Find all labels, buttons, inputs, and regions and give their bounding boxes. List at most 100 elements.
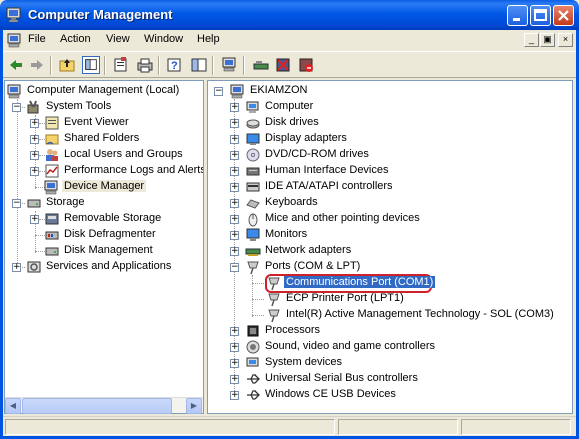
device-category-disk-drives[interactable]: + Disk drives	[230, 115, 570, 131]
expand-icon[interactable]: +	[30, 119, 39, 128]
menu-action[interactable]: Action	[60, 33, 91, 45]
device-category-mice[interactable]: + Mice and other pointing devices	[230, 211, 570, 227]
collapse-icon[interactable]: −	[214, 87, 223, 96]
disk-management-icon	[45, 247, 59, 256]
expand-icon[interactable]: +	[230, 183, 239, 192]
forward-icon[interactable]	[28, 56, 46, 74]
expand-icon[interactable]: +	[230, 359, 239, 368]
event-viewer-icon	[45, 116, 59, 130]
scan-hardware-icon[interactable]	[221, 56, 239, 74]
port-ecp-lpt1[interactable]: ECP Printer Port (LPT1)	[266, 291, 566, 307]
device-category-hid[interactable]: + Human Interface Devices	[230, 163, 570, 179]
tree-item-storage[interactable]: − Storage	[11, 195, 201, 211]
close-button[interactable]	[553, 5, 574, 26]
tree-label: Keyboards	[265, 196, 318, 208]
menu-help[interactable]: Help	[197, 33, 220, 45]
export-list-icon[interactable]	[190, 56, 208, 74]
mmc-system-icon[interactable]	[7, 32, 23, 48]
expand-icon[interactable]: +	[12, 263, 21, 272]
tree-item-disk-defragmenter[interactable]: Disk Defragmenter	[43, 227, 203, 243]
print-icon[interactable]	[136, 56, 154, 74]
device-category-usb[interactable]: + Universal Serial Bus controllers	[230, 371, 570, 387]
device-category-display-adapters[interactable]: + Display adapters	[230, 131, 570, 147]
expand-icon[interactable]: +	[230, 151, 239, 160]
expand-icon[interactable]: +	[230, 135, 239, 144]
menu-window[interactable]: Window	[144, 33, 183, 45]
mdi-minimize-button[interactable]: _	[524, 33, 539, 47]
uninstall-icon[interactable]	[274, 56, 292, 74]
tree-item-shared-folders[interactable]: + Shared Folders	[29, 131, 203, 147]
system-tools-icon	[27, 100, 39, 114]
collapse-icon[interactable]: −	[230, 263, 239, 272]
port-intel-amt-com3[interactable]: Intel(R) Active Management Technology - …	[266, 307, 572, 323]
expand-icon[interactable]: +	[30, 215, 39, 224]
up-folder-icon[interactable]	[58, 56, 76, 74]
maximize-button[interactable]	[530, 5, 551, 26]
sound-icon	[246, 340, 260, 354]
device-category-dvd-cdrom[interactable]: + DVD/CD-ROM drives	[230, 147, 570, 163]
tree-item-disk-management[interactable]: Disk Management	[43, 243, 203, 259]
properties-icon[interactable]	[112, 56, 130, 74]
device-category-windows-ce-usb[interactable]: + Windows CE USB Devices	[230, 387, 570, 403]
tree-label: ECP Printer Port (LPT1)	[286, 292, 404, 304]
horizontal-scrollbar[interactable]: ◀ ▶	[5, 397, 203, 414]
minimize-button[interactable]	[507, 5, 528, 26]
help-icon[interactable]: ?	[166, 56, 184, 74]
mouse-icon	[248, 213, 258, 227]
device-category-ide[interactable]: + IDE ATA/ATAPI controllers	[230, 179, 570, 195]
device-category-keyboards[interactable]: + Keyboards	[230, 195, 570, 211]
device-tree-pane[interactable]: − EKIAMZON + Computer + Disk drives + Di…	[207, 80, 573, 414]
expand-icon[interactable]: +	[230, 119, 239, 128]
mdi-restore-button[interactable]: ▣	[540, 33, 555, 47]
tree-label: System Tools	[46, 100, 112, 112]
back-icon[interactable]	[7, 56, 25, 74]
disable-icon[interactable]	[297, 56, 315, 74]
expand-icon[interactable]: +	[230, 327, 239, 336]
scroll-thumb[interactable]	[22, 398, 172, 414]
scroll-left-button[interactable]: ◀	[5, 398, 21, 414]
collapse-icon[interactable]: −	[12, 199, 21, 208]
expand-icon[interactable]: +	[230, 247, 239, 256]
expand-icon[interactable]: +	[30, 135, 39, 144]
tree-item-system-tools[interactable]: − System Tools	[11, 99, 201, 115]
title-bar[interactable]: Computer Management	[0, 0, 579, 30]
tree-label: Shared Folders	[64, 132, 140, 144]
tree-item-event-viewer[interactable]: + Event Viewer	[29, 115, 203, 131]
menu-view[interactable]: View	[106, 33, 130, 45]
show-hide-tree-icon[interactable]	[82, 56, 100, 74]
tree-item-removable-storage[interactable]: + Removable Storage	[29, 211, 203, 227]
collapse-icon[interactable]: −	[12, 103, 21, 112]
device-category-processors[interactable]: + Processors	[230, 323, 570, 339]
expand-icon[interactable]: +	[230, 391, 239, 400]
mdi-close-button[interactable]: ×	[558, 33, 573, 47]
tree-item-services-apps[interactable]: + Services and Applications	[11, 259, 201, 275]
expand-icon[interactable]: +	[30, 167, 39, 176]
tree-item-local-users[interactable]: + Local Users and Groups	[29, 147, 203, 163]
expand-icon[interactable]: +	[230, 231, 239, 240]
expand-icon[interactable]: +	[230, 375, 239, 384]
device-category-computer[interactable]: + Computer	[230, 99, 570, 115]
ide-controller-icon	[246, 182, 260, 192]
computer-icon	[230, 84, 244, 99]
menu-file[interactable]: File	[28, 33, 46, 45]
scroll-right-button[interactable]: ▶	[186, 398, 202, 414]
update-driver-icon[interactable]	[252, 56, 270, 74]
tree-item-perf-logs[interactable]: + Performance Logs and Alerts	[29, 163, 203, 179]
expand-icon[interactable]: +	[230, 343, 239, 352]
port-communications-com1[interactable]: Communications Port (COM1)	[266, 275, 566, 291]
device-category-monitors[interactable]: + Monitors	[230, 227, 570, 243]
device-category-system-devices[interactable]: + System devices	[230, 355, 570, 371]
expand-icon[interactable]: +	[230, 215, 239, 224]
expand-icon[interactable]: +	[230, 199, 239, 208]
console-tree-pane[interactable]: Computer Management (Local) − System Too…	[4, 80, 204, 414]
expand-icon[interactable]: +	[30, 151, 39, 160]
tree-label: Services and Applications	[46, 260, 172, 272]
expand-icon[interactable]: +	[230, 167, 239, 176]
window-title: Computer Management	[28, 7, 173, 22]
device-category-ports[interactable]: − Ports (COM & LPT)	[230, 259, 570, 275]
device-category-network[interactable]: + Network adapters	[230, 243, 570, 259]
tree-item-device-manager[interactable]: Device Manager	[43, 179, 203, 195]
device-category-sound[interactable]: + Sound, video and game controllers	[230, 339, 570, 355]
status-cell	[338, 419, 458, 435]
expand-icon[interactable]: +	[230, 103, 239, 112]
